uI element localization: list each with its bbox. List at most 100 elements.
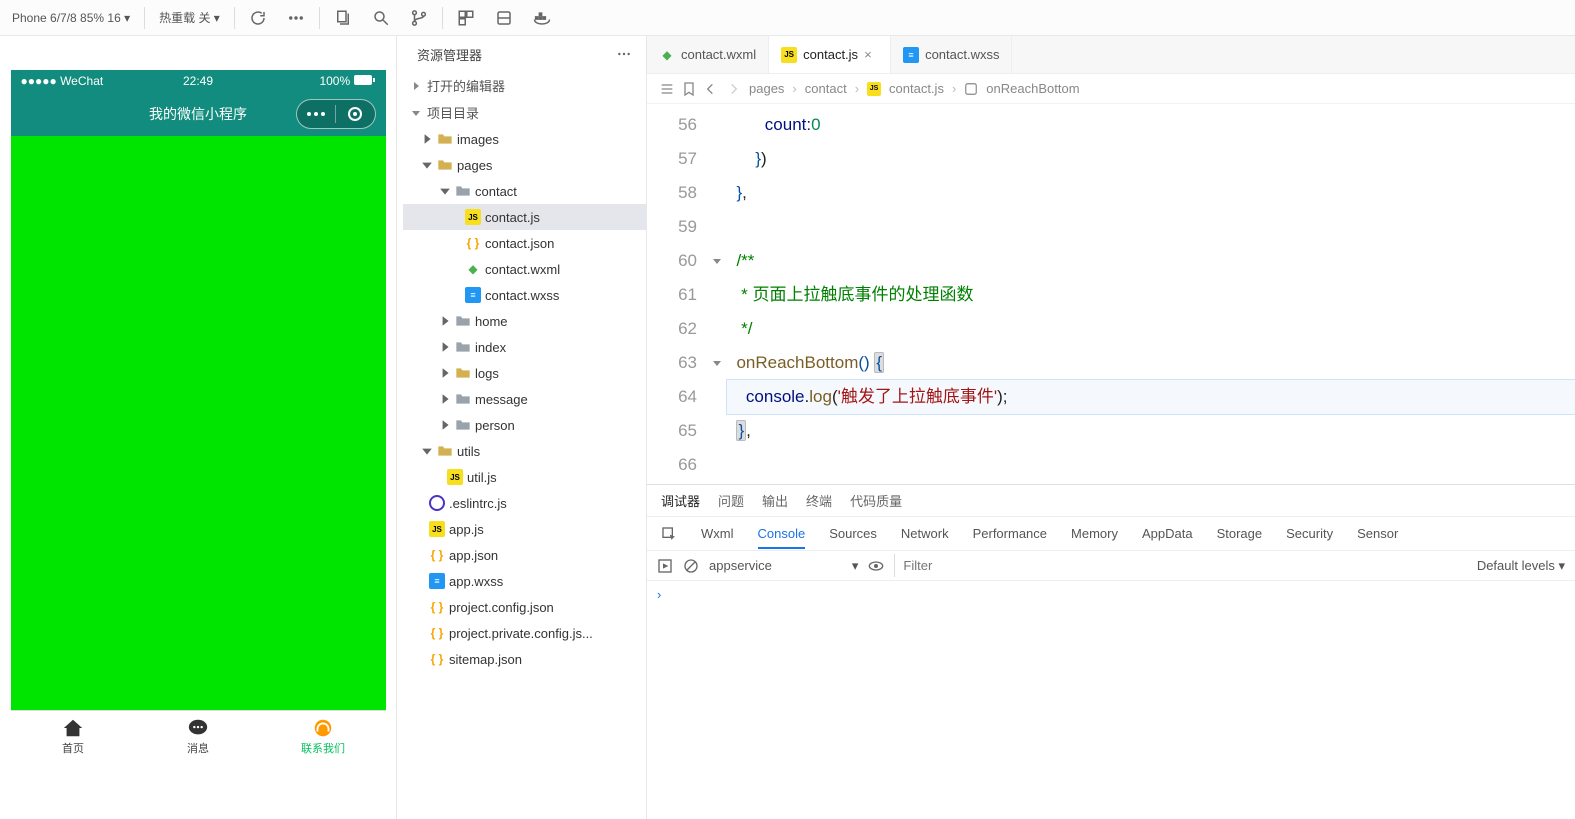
editor-area: ◆contact.wxml JScontact.js× ≡contact.wxs… [647, 36, 1575, 819]
db-button[interactable] [485, 0, 523, 35]
git-branch-icon [410, 9, 428, 27]
files-icon [334, 9, 352, 27]
devtab-wxml[interactable]: Wxml [701, 526, 734, 541]
device-select[interactable]: Phone 6/7/8 85% 16 ▾ [2, 0, 140, 35]
tree-folder-person[interactable]: person [403, 412, 646, 438]
devtab-security[interactable]: Security [1286, 526, 1333, 541]
devtab-memory[interactable]: Memory [1071, 526, 1118, 541]
tree-file-app-js[interactable]: JSapp.js [403, 516, 646, 542]
target-icon [347, 106, 363, 122]
tab-output[interactable]: 输出 [762, 491, 788, 510]
tree-folder-utils[interactable]: utils [403, 438, 646, 464]
tab-code-quality[interactable]: 代码质量 [850, 491, 902, 510]
wxml-icon: ◆ [465, 261, 481, 277]
nav-bar: 我的微信小程序 [11, 92, 386, 136]
search-button[interactable] [362, 0, 400, 35]
inspect-icon[interactable] [661, 526, 677, 542]
folder-icon [455, 417, 471, 433]
tree-folder-pages[interactable]: pages [403, 152, 646, 178]
docker-button[interactable] [523, 0, 561, 35]
play-icon[interactable] [657, 558, 673, 574]
tab-terminal[interactable]: 终端 [806, 491, 832, 510]
tab-contact-wxml[interactable]: ◆contact.wxml [647, 36, 769, 73]
explorer-title: 资源管理器 [417, 45, 482, 64]
filter-input[interactable] [894, 554, 1466, 577]
tabbar-home[interactable]: 首页 [11, 711, 136, 762]
capsule-close[interactable] [336, 106, 375, 122]
extensions-button[interactable] [447, 0, 485, 35]
method-icon [964, 82, 978, 96]
bc-pages[interactable]: pages [749, 81, 784, 96]
devtab-performance[interactable]: Performance [973, 526, 1047, 541]
extensions-icon [457, 9, 475, 27]
tree-folder-images[interactable]: images [403, 126, 646, 152]
tree-folder-logs[interactable]: logs [403, 360, 646, 386]
more-button[interactable] [277, 0, 315, 35]
open-editors-section[interactable]: 打开的编辑器 [397, 72, 646, 99]
devtab-network[interactable]: Network [901, 526, 949, 541]
console-toolbar: appservice▾ Default levels ▾ [647, 551, 1575, 581]
close-icon[interactable]: × [864, 47, 878, 62]
context-select[interactable]: appservice▾ [709, 558, 858, 574]
ellipsis-icon [287, 9, 305, 27]
bc-symbol[interactable]: onReachBottom [986, 81, 1079, 96]
tree-folder-home[interactable]: home [403, 308, 646, 334]
bc-file[interactable]: contact.js [889, 81, 944, 96]
code-content[interactable]: count:0 }) }, /** * 页面上拉触底事件的处理函数 */ onR… [727, 104, 1575, 484]
capsule-menu[interactable] [297, 111, 336, 117]
tree-file-contact-wxss[interactable]: ≡contact.wxss [403, 282, 646, 308]
files-button[interactable] [324, 0, 362, 35]
console-body[interactable]: › [647, 581, 1575, 819]
hot-reload-toggle[interactable]: 热重载 关 ▾ [149, 0, 230, 35]
clear-icon[interactable] [683, 558, 699, 574]
tree-file-app-json[interactable]: { }app.json [403, 542, 646, 568]
tree-file-project-private[interactable]: { }project.private.config.js... [403, 620, 646, 646]
code-editor[interactable]: 565758596061626364656667 count:0 }) }, /… [647, 104, 1575, 484]
back-icon[interactable] [703, 81, 719, 97]
chevron-down-icon[interactable] [712, 358, 722, 368]
folder-open-icon [437, 443, 453, 459]
js-icon: JS [867, 82, 881, 96]
tree-file-contact-js[interactable]: JScontact.js [403, 204, 646, 230]
js-icon: JS [465, 209, 481, 225]
tree-folder-message[interactable]: message [403, 386, 646, 412]
bc-contact[interactable]: contact [805, 81, 847, 96]
tab-debugger[interactable]: 调试器 [661, 491, 700, 510]
log-levels-select[interactable]: Default levels ▾ [1477, 558, 1565, 574]
tab-contact-wxss[interactable]: ≡contact.wxss [891, 36, 1012, 73]
eye-icon[interactable] [868, 558, 884, 574]
tree-folder-index[interactable]: index [403, 334, 646, 360]
top-toolbar: Phone 6/7/8 85% 16 ▾ 热重载 关 ▾ [0, 0, 1575, 36]
tabbar-contact[interactable]: 联系我们 [261, 711, 386, 762]
list-icon[interactable] [659, 81, 675, 97]
devtab-console[interactable]: Console [758, 526, 806, 549]
branch-button[interactable] [400, 0, 438, 35]
tabbar-message[interactable]: 消息 [136, 711, 261, 762]
project-section[interactable]: 项目目录 [397, 99, 646, 126]
tree-file-app-wxss[interactable]: ≡app.wxss [403, 568, 646, 594]
page-body[interactable] [11, 136, 386, 710]
tree-file-contact-wxml[interactable]: ◆contact.wxml [403, 256, 646, 282]
chevron-down-icon[interactable] [712, 256, 722, 266]
tree-file-eslintrc[interactable]: .eslintrc.js [403, 490, 646, 516]
eslint-icon [429, 495, 445, 511]
capsule[interactable] [296, 99, 376, 129]
bookmark-icon[interactable] [681, 81, 697, 97]
devtab-appdata[interactable]: AppData [1142, 526, 1193, 541]
home-icon [62, 717, 84, 739]
tree-file-project-config[interactable]: { }project.config.json [403, 594, 646, 620]
refresh-button[interactable] [239, 0, 277, 35]
devtab-storage[interactable]: Storage [1217, 526, 1263, 541]
forward-icon[interactable] [725, 81, 741, 97]
tree-folder-contact[interactable]: contact [403, 178, 646, 204]
tree-file-util-js[interactable]: JSutil.js [403, 464, 646, 490]
tree-file-contact-json[interactable]: { }contact.json [403, 230, 646, 256]
devtab-sensor[interactable]: Sensor [1357, 526, 1398, 541]
tab-problems[interactable]: 问题 [718, 491, 744, 510]
js-icon: JS [781, 47, 797, 63]
ellipsis-icon[interactable] [616, 46, 632, 62]
tree-file-sitemap[interactable]: { }sitemap.json [403, 646, 646, 672]
devtab-sources[interactable]: Sources [829, 526, 877, 541]
tab-contact-js[interactable]: JScontact.js× [769, 36, 891, 73]
fold-column[interactable] [707, 104, 727, 484]
